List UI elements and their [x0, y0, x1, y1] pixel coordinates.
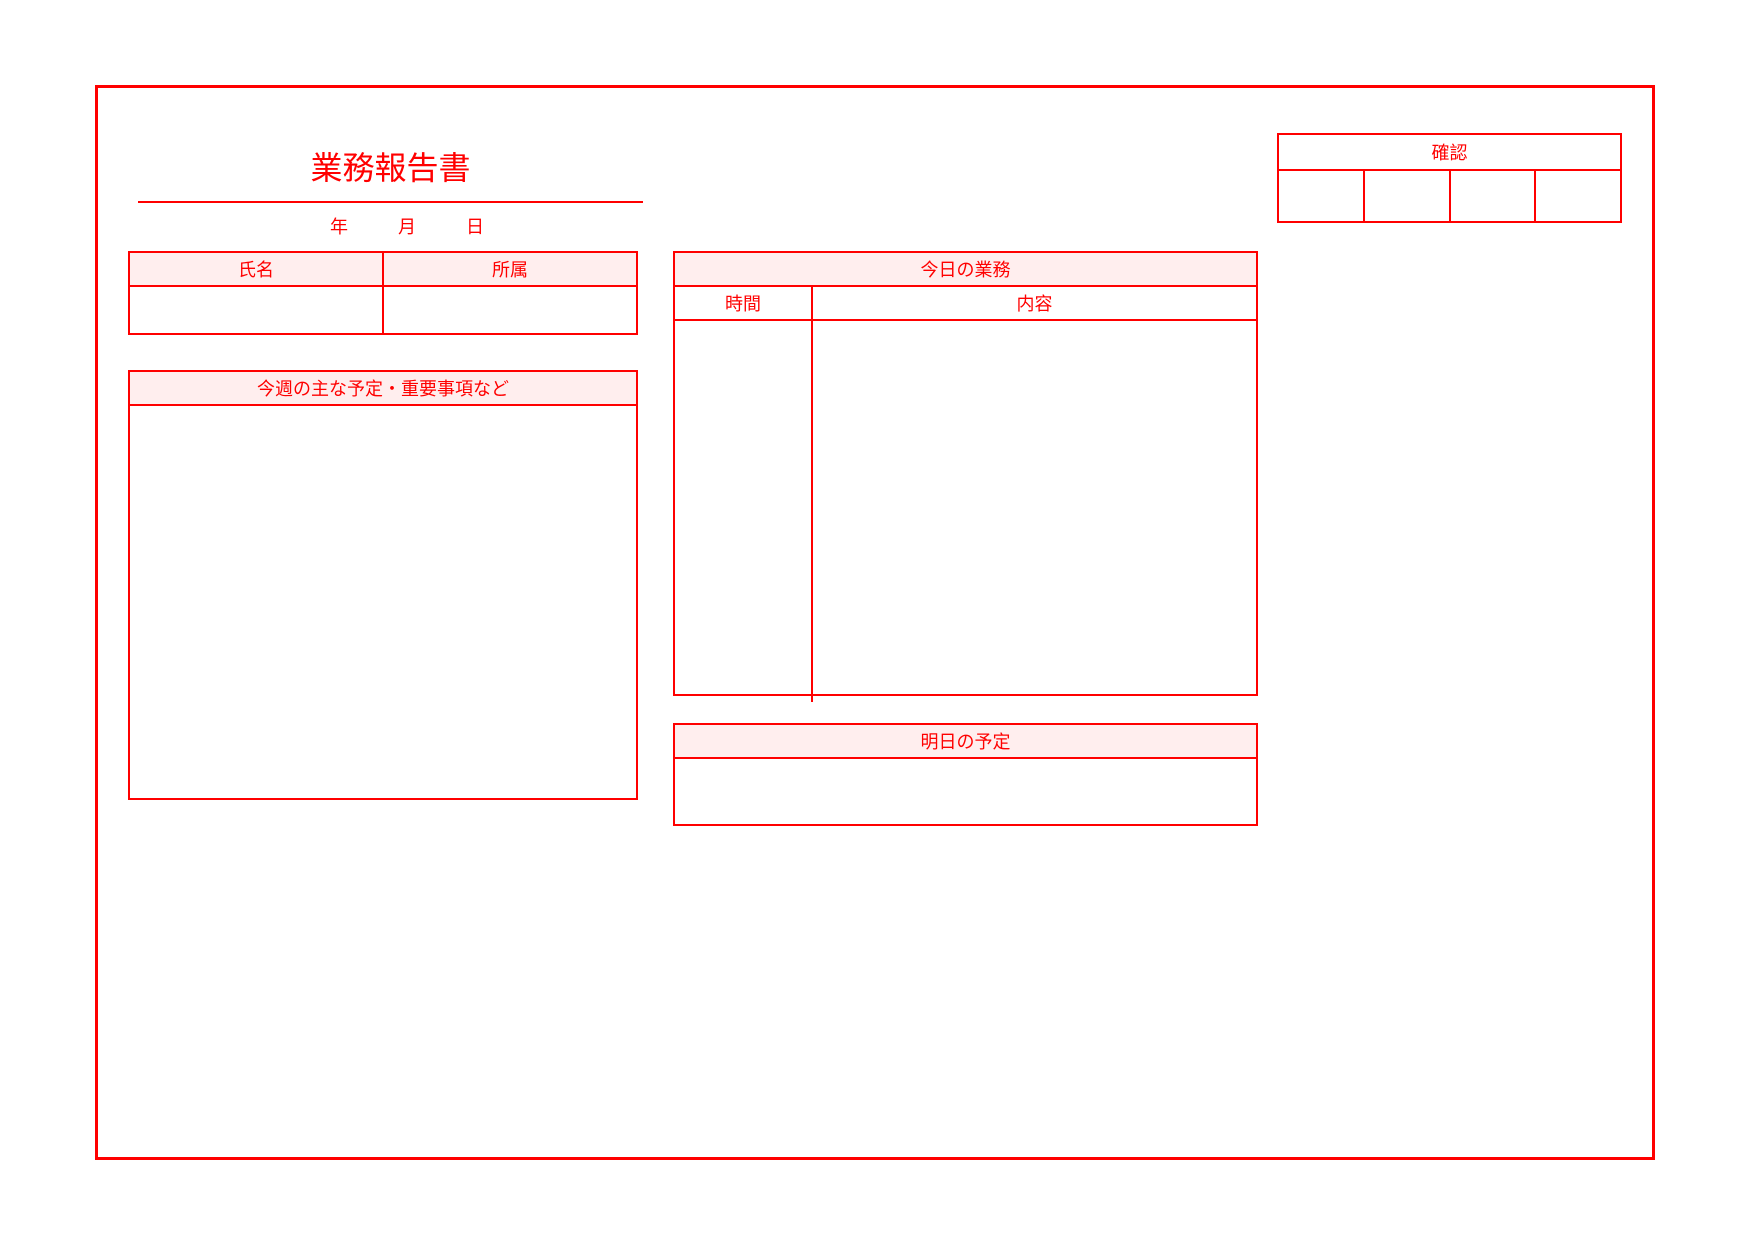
date-line: 年 月 日 [138, 203, 643, 239]
identity-value-row [130, 287, 636, 333]
weekly-body[interactable] [130, 406, 636, 802]
identity-header-name: 氏名 [130, 253, 384, 285]
tomorrow-body[interactable] [675, 759, 1256, 828]
approval-stamp-box: 確認 [1277, 133, 1622, 223]
today-header: 今日の業務 [675, 253, 1256, 287]
date-year-label: 年 [330, 217, 352, 237]
today-work-box: 今日の業務 時間 内容 [673, 251, 1258, 696]
today-columns-row: 時間 内容 [675, 287, 1256, 321]
weekly-schedule-box: 今週の主な予定・重要事項など [128, 370, 638, 800]
document-title: 業務報告書 [138, 143, 643, 201]
approval-cell-2[interactable] [1365, 171, 1451, 221]
tomorrow-plan-box: 明日の予定 [673, 723, 1258, 826]
identity-dept-field[interactable] [384, 287, 636, 333]
today-body [675, 321, 1256, 702]
today-column-time: 時間 [675, 287, 813, 319]
approval-header: 確認 [1279, 135, 1620, 171]
report-page: 業務報告書 年 月 日 確認 氏名 所属 今週の [95, 85, 1655, 1160]
approval-cell-4[interactable] [1536, 171, 1620, 221]
approval-cell-3[interactable] [1451, 171, 1537, 221]
approval-cell-1[interactable] [1279, 171, 1365, 221]
weekly-header: 今週の主な予定・重要事項など [130, 372, 636, 406]
today-time-field[interactable] [675, 321, 813, 702]
date-day-label: 日 [466, 217, 488, 237]
today-content-field[interactable] [813, 321, 1256, 702]
title-block: 業務報告書 年 月 日 [138, 143, 643, 239]
identity-name-field[interactable] [130, 287, 384, 333]
date-month-label: 月 [398, 217, 420, 237]
identity-header-row: 氏名 所属 [130, 253, 636, 287]
approval-cells [1279, 171, 1620, 221]
identity-header-dept: 所属 [384, 253, 636, 285]
tomorrow-header: 明日の予定 [675, 725, 1256, 759]
today-column-content: 内容 [813, 287, 1256, 319]
identity-table: 氏名 所属 [128, 251, 638, 335]
